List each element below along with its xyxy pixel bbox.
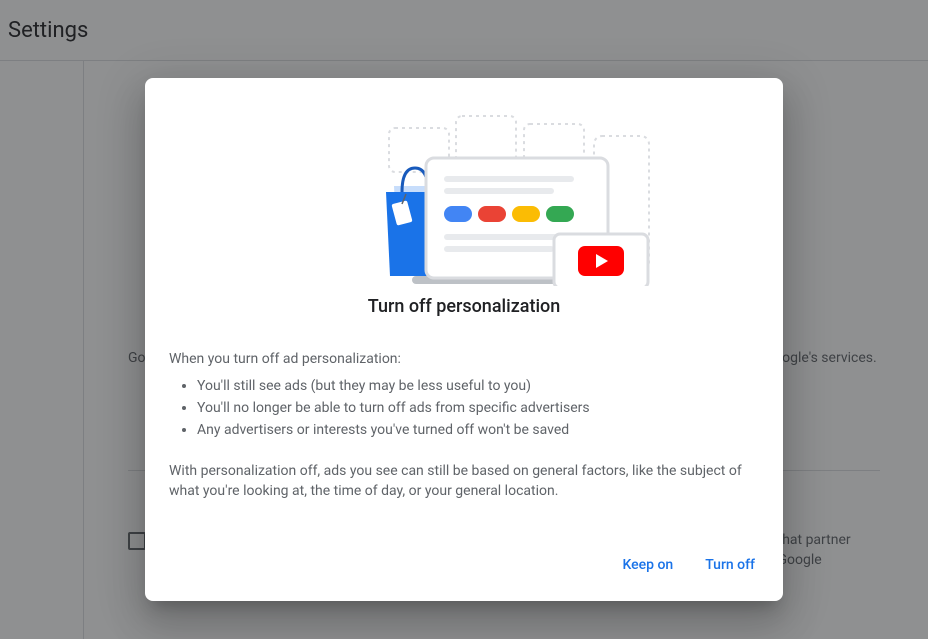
personalization-dialog: Turn off personalization When you turn o… [145, 78, 783, 601]
dialog-bullet: You'll still see ads (but they may be le… [197, 375, 759, 397]
dialog-bullet-list: You'll still see ads (but they may be le… [169, 375, 759, 441]
dialog-footnote: With personalization off, ads you see ca… [169, 461, 759, 501]
dialog-actions: Keep on Turn off [145, 549, 783, 589]
dialog-bullet: Any advertisers or interests you've turn… [197, 419, 759, 441]
illustration-svg [264, 106, 664, 286]
keep-on-button[interactable]: Keep on [610, 549, 685, 581]
dialog-body: When you turn off ad personalization: Yo… [145, 349, 783, 501]
turn-off-button[interactable]: Turn off [693, 549, 767, 581]
dialog-title: Turn off personalization [145, 296, 783, 317]
dialog-illustration [145, 78, 783, 296]
dialog-intro: When you turn off ad personalization: [169, 349, 759, 369]
dialog-bullet: You'll no longer be able to turn off ads… [197, 397, 759, 419]
